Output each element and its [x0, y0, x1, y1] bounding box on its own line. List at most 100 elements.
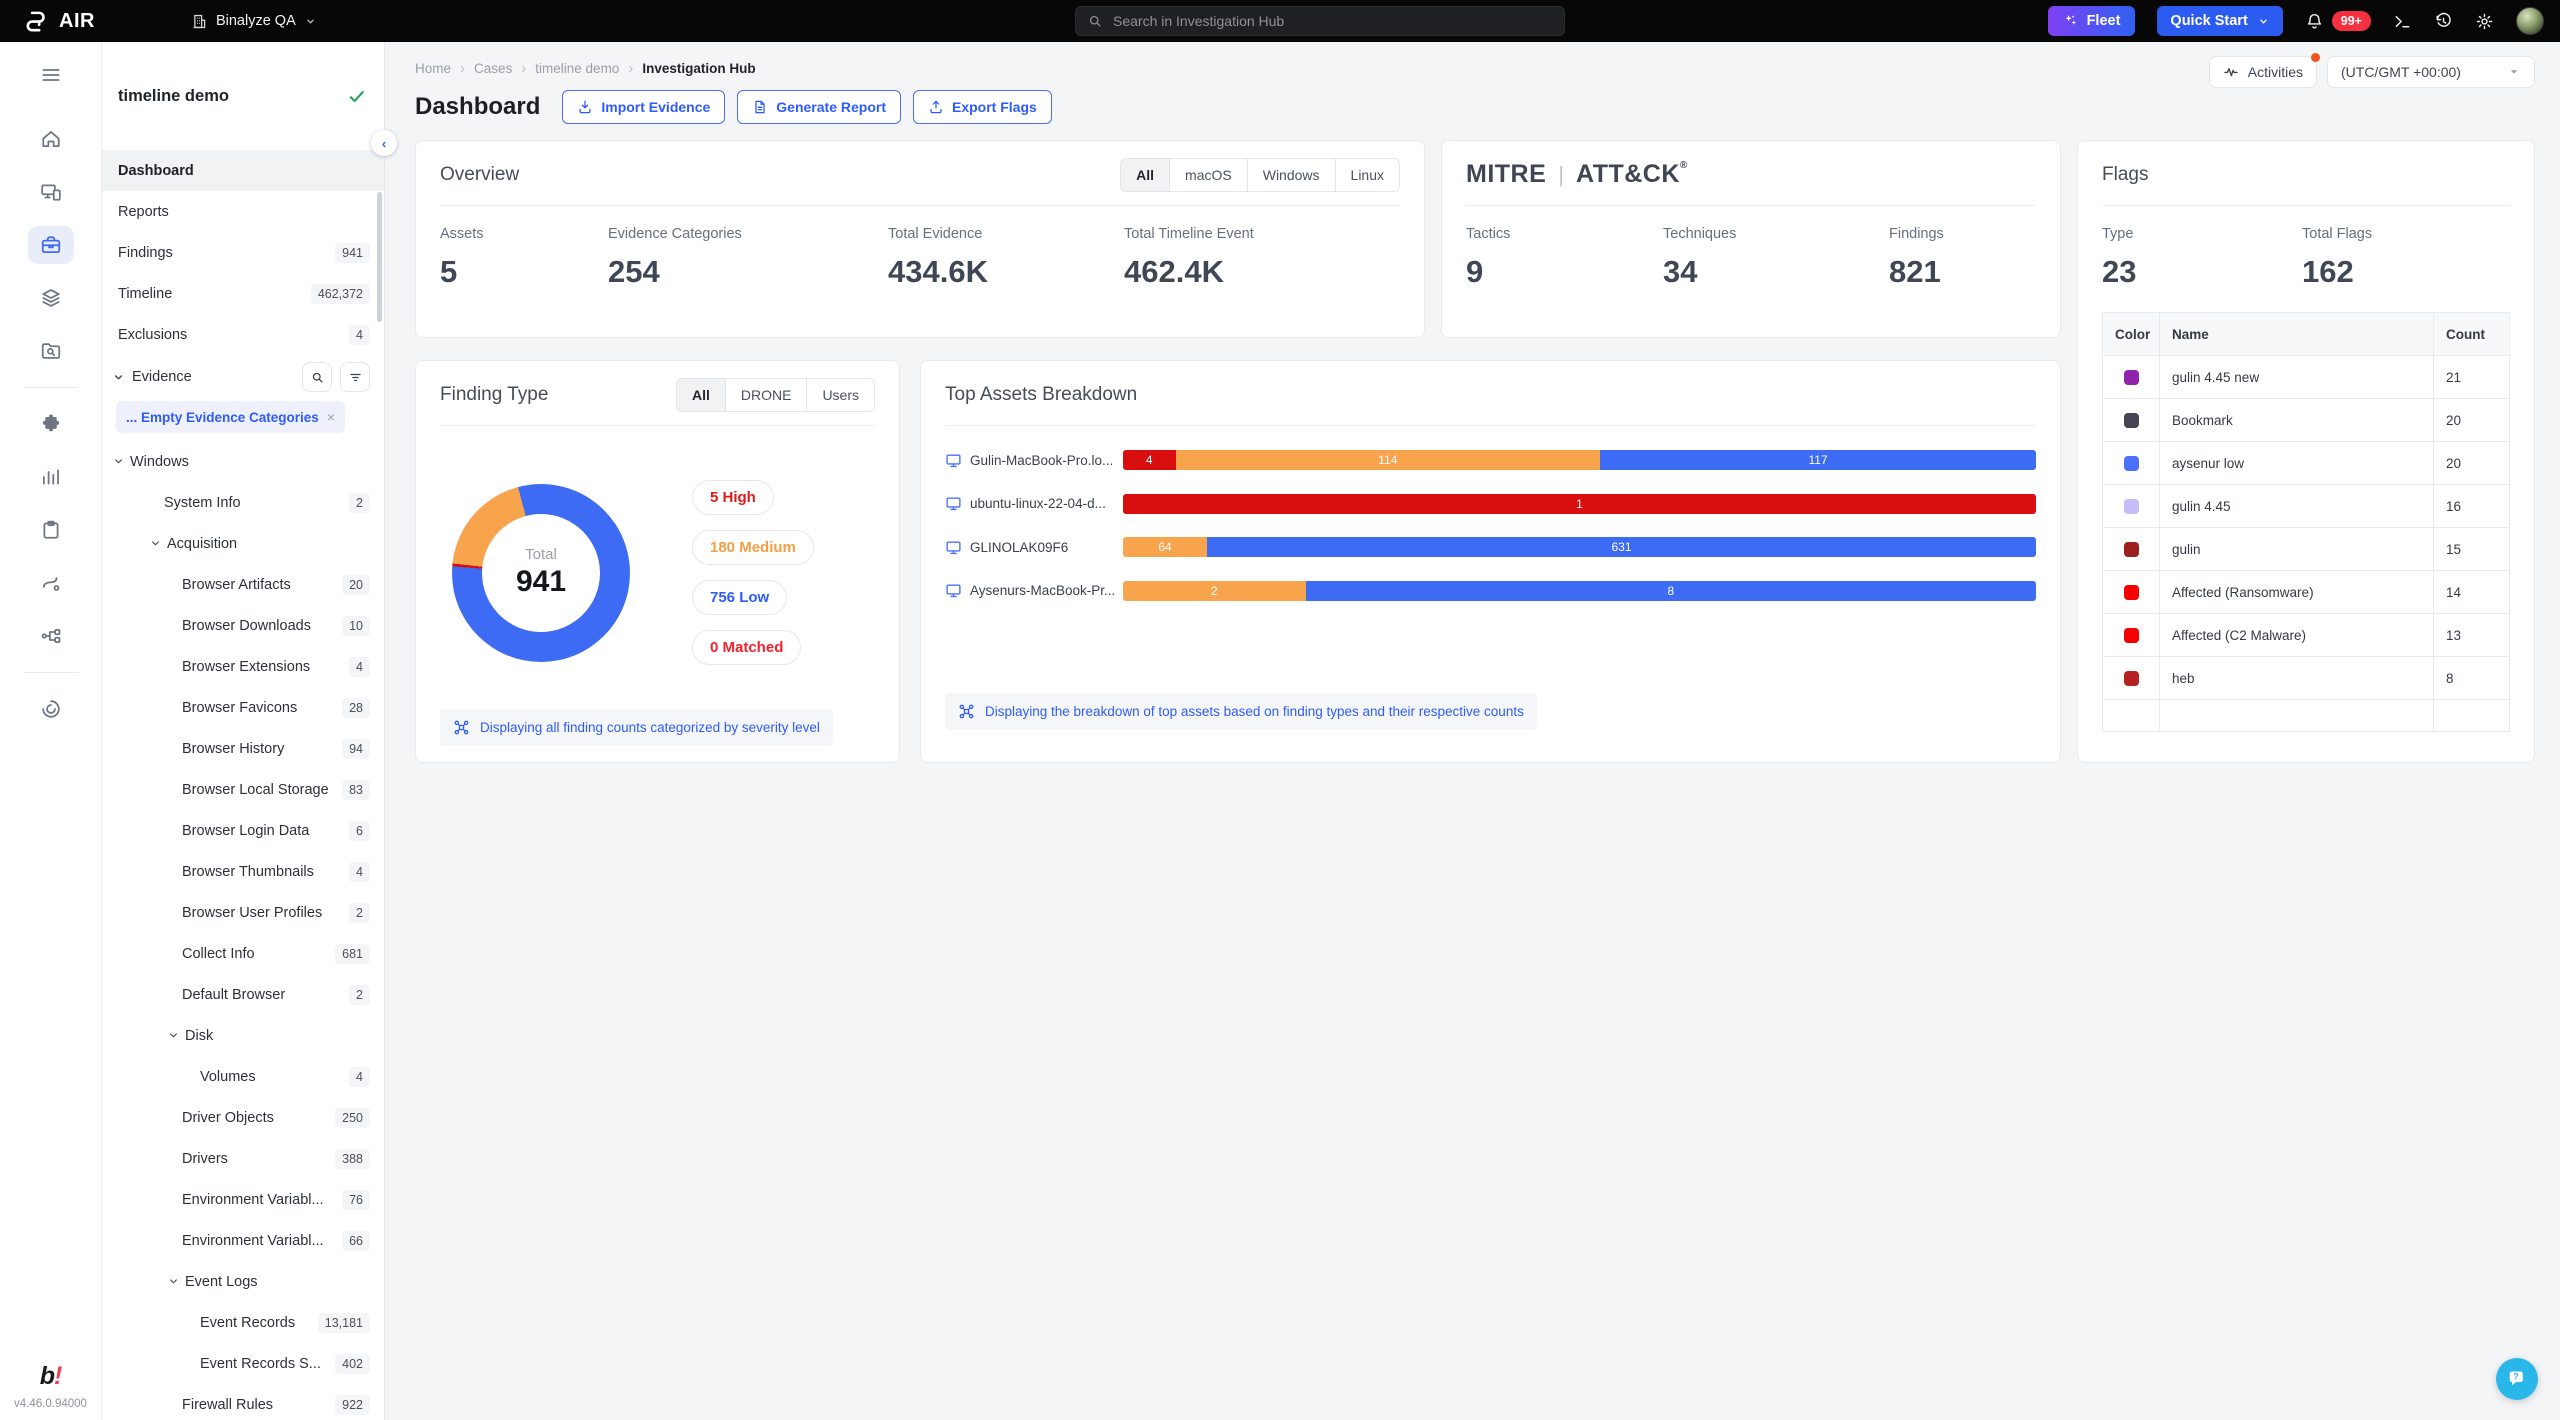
evidence-tree-item[interactable]: Browser History94: [102, 728, 384, 769]
chip-close-icon[interactable]: ×: [327, 409, 335, 425]
sidebar-item-findings[interactable]: Findings941: [102, 232, 384, 273]
sidebar-item-timeline[interactable]: Timeline462,372: [102, 273, 384, 314]
export-flags-button[interactable]: Export Flags: [913, 90, 1052, 124]
timezone-select[interactable]: (UTC/GMT +00:00): [2327, 56, 2535, 88]
tab-finding-drone[interactable]: DRONE: [725, 379, 807, 411]
bar-segment[interactable]: 64: [1123, 537, 1207, 557]
evidence-tree-item[interactable]: Browser Local Storage83: [102, 769, 384, 810]
evidence-filter-button[interactable]: [340, 362, 370, 392]
sidebar-collapse-button[interactable]: ‹: [371, 130, 397, 156]
rail-item-home[interactable]: [28, 120, 74, 158]
breadcrumb-item[interactable]: Cases: [474, 61, 512, 76]
evidence-tree-item[interactable]: Event Records13,181: [102, 1302, 384, 1343]
tab-overview-macos[interactable]: macOS: [1169, 159, 1247, 191]
count-badge: 4: [349, 862, 370, 882]
history-icon[interactable]: [2434, 12, 2453, 31]
rail-item-briefcase[interactable]: [28, 226, 74, 264]
evidence-tree-item[interactable]: Browser Favicons28: [102, 687, 384, 728]
rail-item-route[interactable]: [28, 564, 74, 602]
rail-item-workflow[interactable]: [28, 617, 74, 655]
evidence-tree-item[interactable]: Acquisition: [102, 523, 384, 564]
rail-item-devices[interactable]: [28, 173, 74, 211]
breadcrumb-separator-icon: ›: [460, 60, 465, 77]
notification-count-badge[interactable]: 99+: [2332, 11, 2371, 31]
evidence-tree-item[interactable]: Event Logs: [102, 1261, 384, 1302]
flag-color-cell: [2103, 356, 2159, 398]
bar-segment[interactable]: 8: [1306, 581, 2036, 601]
global-search[interactable]: [1075, 6, 1565, 36]
evidence-tree-item[interactable]: Volumes4: [102, 1056, 384, 1097]
evidence-tree-item[interactable]: Browser Extensions4: [102, 646, 384, 687]
breadcrumb-item[interactable]: timeline demo: [535, 61, 619, 76]
evidence-tree-item[interactable]: Environment Variabl...76: [102, 1179, 384, 1220]
evidence-tree-item[interactable]: Windows: [102, 441, 384, 482]
import-evidence-button[interactable]: Import Evidence: [562, 90, 725, 124]
quick-start-label: Quick Start: [2170, 13, 2247, 29]
fleet-button[interactable]: Fleet: [2048, 6, 2136, 36]
sidebar-item-reports[interactable]: Reports: [102, 191, 384, 232]
evidence-tree-item[interactable]: Browser Login Data6: [102, 810, 384, 851]
tab-overview-all[interactable]: All: [1121, 159, 1169, 191]
flags-table-row[interactable]: gulin 4.4516: [2103, 484, 2509, 527]
tab-finding-users[interactable]: Users: [806, 379, 874, 411]
breadcrumb-item[interactable]: Home: [415, 61, 451, 76]
help-chat-button[interactable]: ?: [2496, 1358, 2538, 1400]
bar-segment[interactable]: 4: [1123, 450, 1176, 470]
organization-switcher[interactable]: Binalyze QA: [191, 13, 317, 30]
evidence-tree-item[interactable]: Drivers388: [102, 1138, 384, 1179]
evidence-tree-item[interactable]: System Info2: [102, 482, 384, 523]
flags-table-row[interactable]: heb8: [2103, 656, 2509, 699]
svg-text:?: ?: [2513, 1372, 2519, 1382]
evidence-tree-item[interactable]: Collect Info681: [102, 933, 384, 974]
rail-item-folder-search[interactable]: [28, 332, 74, 370]
evidence-tree-item[interactable]: Environment Variabl...66: [102, 1220, 384, 1261]
rail-item-layers[interactable]: [28, 279, 74, 317]
sidebar-item-dashboard[interactable]: Dashboard: [102, 150, 384, 191]
evidence-tree-item[interactable]: Browser Artifacts20: [102, 564, 384, 605]
flags-table-row[interactable]: Bookmark20: [2103, 398, 2509, 441]
flags-table-row[interactable]: gulin15: [2103, 527, 2509, 570]
gear-icon[interactable]: [2475, 12, 2494, 31]
flags-table-row[interactable]: aysenur low20: [2103, 441, 2509, 484]
tab-finding-all[interactable]: All: [677, 379, 725, 411]
finding-severity-donut-chart[interactable]: Total 941: [452, 484, 630, 662]
tab-overview-linux[interactable]: Linux: [1335, 159, 1399, 191]
bar-segment[interactable]: 117: [1600, 450, 2036, 470]
flags-table-row[interactable]: gulin 4.45 new21: [2103, 355, 2509, 398]
bar-segment[interactable]: 114: [1176, 450, 1601, 470]
flags-table-row[interactable]: Affected (Ransomware)14: [2103, 570, 2509, 613]
evidence-section-toggle[interactable]: Evidence: [112, 369, 192, 385]
count-badge: 6: [349, 821, 370, 841]
bar-segment[interactable]: 1: [1123, 494, 2036, 514]
flags-table-row[interactable]: Affected (C2 Malware)13: [2103, 613, 2509, 656]
evidence-tree-item[interactable]: Browser User Profiles2: [102, 892, 384, 933]
evidence-search-button[interactable]: [302, 362, 332, 392]
evidence-tree-item[interactable]: Disk: [102, 1015, 384, 1056]
rail-item-clipboard[interactable]: [28, 511, 74, 549]
quick-start-button[interactable]: Quick Start: [2157, 6, 2282, 36]
tab-overview-windows[interactable]: Windows: [1247, 159, 1335, 191]
evidence-tree-item[interactable]: Event Records S...402: [102, 1343, 384, 1384]
bar-segment[interactable]: 2: [1123, 581, 1306, 601]
user-avatar[interactable]: [2516, 7, 2544, 35]
sidebar-scrollbar[interactable]: [377, 192, 382, 322]
evidence-tree-item[interactable]: Browser Thumbnails4: [102, 851, 384, 892]
evidence-tree-item[interactable]: Browser Downloads10: [102, 605, 384, 646]
evidence-tree-item[interactable]: Default Browser2: [102, 974, 384, 1015]
count-badge: 402: [335, 1354, 370, 1374]
evidence-filter-chip[interactable]: ... Empty Evidence Categories ×: [116, 401, 345, 433]
evidence-tree-item[interactable]: Driver Objects250: [102, 1097, 384, 1138]
rail-item-bar-chart[interactable]: [28, 458, 74, 496]
generate-report-button[interactable]: Generate Report: [737, 90, 901, 124]
rail-item-puzzle[interactable]: [28, 405, 74, 443]
rail-item-menu[interactable]: [28, 56, 74, 94]
evidence-tree-item[interactable]: Firewall Rules922: [102, 1384, 384, 1420]
activities-button[interactable]: Activities: [2209, 56, 2317, 88]
bar-segment[interactable]: 631: [1207, 537, 2036, 557]
sidebar-item-exclusions[interactable]: Exclusions4: [102, 314, 384, 355]
search-input[interactable]: [1113, 13, 1553, 29]
bell-icon[interactable]: [2305, 12, 2324, 31]
rail-item-swirl[interactable]: [28, 690, 74, 728]
terminal-icon[interactable]: [2393, 12, 2412, 31]
severity-pill-matched: 0 Matched: [692, 630, 801, 665]
